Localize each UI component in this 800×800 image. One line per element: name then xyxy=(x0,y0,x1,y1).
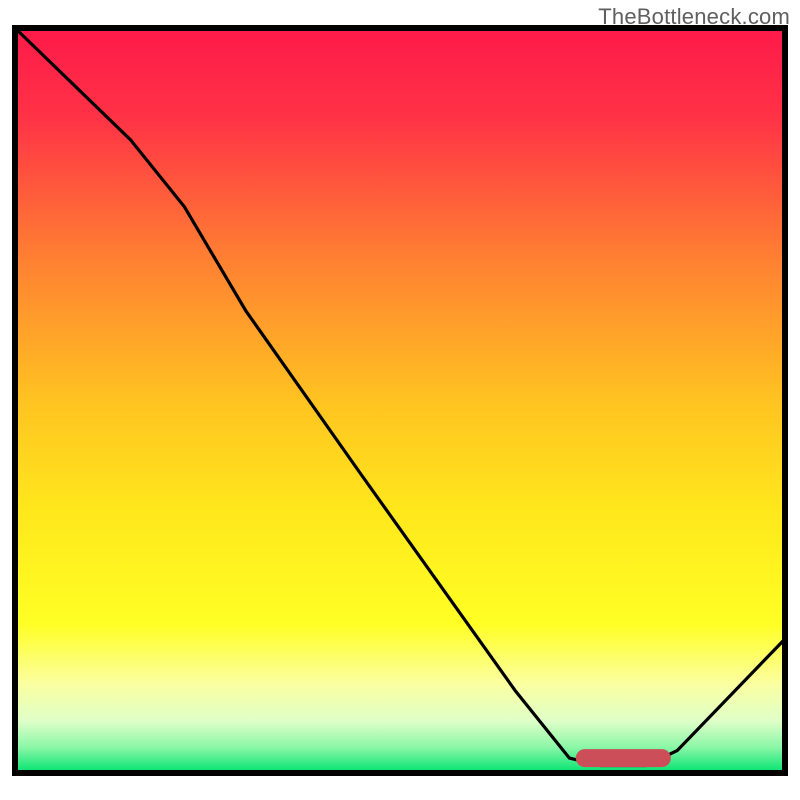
bottleneck-chart xyxy=(0,0,800,800)
watermark-text: TheBottleneck.com xyxy=(598,4,790,30)
chart-frame: TheBottleneck.com xyxy=(0,0,800,800)
